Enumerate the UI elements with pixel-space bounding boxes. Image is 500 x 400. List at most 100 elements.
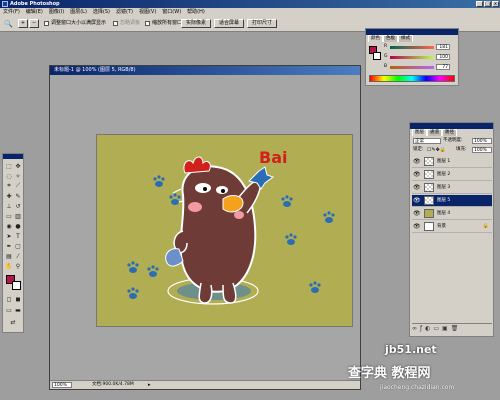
- blur-tool-icon[interactable]: ◉: [5, 222, 13, 230]
- zoom-tool-box-icon[interactable]: ⚲: [14, 262, 22, 270]
- menu-edit[interactable]: 编辑(E): [23, 8, 46, 17]
- document-title-bar[interactable]: 未标题-1 @ 100% (图层 5, RGB/8): [50, 66, 360, 75]
- quick-mask-icon[interactable]: ◼: [14, 295, 22, 303]
- zoom-out-icon[interactable]: −: [29, 19, 39, 28]
- layer-thumbnail: [424, 170, 434, 179]
- new-layer-icon[interactable]: ▣: [442, 325, 451, 332]
- screen-mode-standard-icon[interactable]: ▭: [5, 306, 13, 314]
- character-eye-left: [195, 183, 211, 193]
- menu-view[interactable]: 视图(V): [136, 8, 159, 17]
- pupil-right: [221, 189, 225, 193]
- visibility-eye-icon[interactable]: 👁: [413, 185, 421, 191]
- move-tool-icon[interactable]: ✥: [14, 162, 22, 170]
- ignore-palettes-checkbox[interactable]: [113, 21, 118, 26]
- type-tool-icon[interactable]: T: [14, 232, 22, 240]
- actual-pixels-button[interactable]: 实际像素: [181, 19, 211, 28]
- close-button[interactable]: x: [492, 1, 499, 7]
- layer-row[interactable]: 👁 背景 🔒: [412, 221, 492, 233]
- tab-channels[interactable]: 通道: [427, 129, 442, 136]
- menu-filter[interactable]: 滤镜(T): [113, 8, 136, 17]
- fit-on-screen-button[interactable]: 适合屏幕: [214, 19, 244, 28]
- menu-image[interactable]: 图像(I): [46, 8, 67, 17]
- layers-footer: ∞ƒ◐▭▣🗑: [412, 323, 492, 334]
- document-info[interactable]: 文档:900.0K/4.78M: [92, 381, 134, 389]
- layer-thumbnail: [424, 196, 434, 205]
- menu-help[interactable]: 帮助(H): [184, 8, 208, 17]
- visibility-eye-icon[interactable]: 👁: [413, 224, 421, 230]
- cheek-right: [234, 211, 244, 219]
- zoom-in-icon[interactable]: +: [18, 19, 28, 28]
- color-panel-bg-swatch[interactable]: [373, 52, 381, 60]
- toolbox-header[interactable]: [3, 154, 23, 159]
- ignore-palettes-label: 忽略调板: [120, 20, 141, 26]
- channel-r-value[interactable]: 181: [436, 44, 450, 50]
- menu-window[interactable]: 窗口(W): [159, 8, 184, 17]
- trash-icon[interactable]: 🗑: [451, 325, 462, 332]
- tab-layers[interactable]: 图层: [412, 129, 427, 136]
- status-menu-arrow-icon[interactable]: ▸: [148, 382, 151, 388]
- slice-tool-icon[interactable]: ⟋: [14, 182, 22, 190]
- brush-tool-icon[interactable]: ✎: [14, 192, 22, 200]
- zoom-all-windows-checkbox[interactable]: [145, 21, 150, 26]
- background-color-swatch[interactable]: [12, 281, 21, 290]
- color-panel: 颜色 色板 样式 R 181 G 100 B 77: [365, 28, 459, 86]
- pen-tool-icon[interactable]: ✒: [5, 242, 13, 250]
- zoom-level-field[interactable]: 100%: [52, 382, 72, 388]
- maximize-button[interactable]: □: [484, 1, 491, 7]
- jump-to-imageready-icon[interactable]: ⇄: [9, 318, 17, 326]
- visibility-eye-icon[interactable]: 👁: [413, 172, 421, 178]
- dodge-tool-icon[interactable]: ●: [14, 222, 22, 230]
- gradient-tool-icon[interactable]: ▥: [14, 212, 22, 220]
- channel-g-value[interactable]: 100: [436, 54, 450, 60]
- screen-mode-full-icon[interactable]: ▬: [14, 306, 22, 314]
- layer-row[interactable]: 👁 图层 1: [412, 156, 492, 168]
- channel-r-slider[interactable]: [390, 46, 434, 49]
- zoom-tool-icon: 🔍: [4, 20, 13, 28]
- layer-row[interactable]: 👁 图层 2: [412, 169, 492, 181]
- visibility-eye-icon[interactable]: 👁: [413, 211, 421, 217]
- opacity-field[interactable]: 100%: [472, 138, 492, 144]
- tab-color[interactable]: 颜色: [368, 35, 383, 42]
- fill-field[interactable]: 100%: [472, 147, 492, 153]
- menu-layer[interactable]: 图层(L): [67, 8, 90, 17]
- notes-tool-icon[interactable]: ▤: [5, 252, 13, 260]
- menu-select[interactable]: 选择(S): [90, 8, 113, 17]
- shape-tool-icon[interactable]: ▢: [14, 242, 22, 250]
- layer-row[interactable]: 👁 图层 4: [412, 208, 492, 220]
- image-canvas[interactable]: Bai: [96, 134, 353, 327]
- minimize-button[interactable]: _: [476, 1, 483, 7]
- channel-b-value[interactable]: 77: [436, 64, 450, 70]
- tab-swatches[interactable]: 色板: [383, 35, 398, 42]
- resize-windows-checkbox[interactable]: [44, 21, 49, 26]
- lasso-tool-icon[interactable]: ◌: [5, 172, 13, 180]
- tab-paths[interactable]: 路径: [442, 129, 457, 136]
- healing-brush-icon[interactable]: ✚: [5, 192, 13, 200]
- hand-tool-icon[interactable]: ✋: [5, 262, 13, 270]
- document-window: 未标题-1 @ 100% (图层 5, RGB/8) Bai 100% 文档:9…: [49, 65, 361, 390]
- channel-b-label: B: [384, 64, 388, 69]
- eraser-tool-icon[interactable]: ▭: [5, 212, 13, 220]
- stamp-tool-icon[interactable]: ⊥: [5, 202, 13, 210]
- magic-wand-icon[interactable]: ✧: [14, 172, 22, 180]
- layer-row-selected[interactable]: 👁 图层 5: [412, 195, 492, 207]
- tab-styles[interactable]: 样式: [398, 35, 413, 42]
- color-spectrum-bar[interactable]: [369, 75, 455, 82]
- layer-row[interactable]: 👁 图层 3: [412, 182, 492, 194]
- path-select-icon[interactable]: ➤: [5, 232, 13, 240]
- link-icon[interactable]: ∞: [412, 325, 420, 332]
- character-left-leg: [198, 282, 213, 304]
- blend-mode-select[interactable]: 正常: [413, 138, 441, 144]
- visibility-eye-icon[interactable]: 👁: [413, 159, 421, 165]
- channel-g-slider[interactable]: [390, 56, 434, 59]
- visibility-eye-icon[interactable]: 👁: [413, 198, 421, 204]
- folder-icon[interactable]: ▭: [433, 325, 442, 332]
- standard-mode-icon[interactable]: ◻: [5, 295, 13, 303]
- history-brush-icon[interactable]: ↺: [14, 202, 22, 210]
- eyedropper-tool-icon[interactable]: ⁄: [14, 252, 22, 260]
- lock-icons[interactable]: ☐✎✥🔒: [427, 147, 446, 153]
- print-size-button[interactable]: 打印尺寸: [247, 19, 277, 28]
- marquee-tool-icon[interactable]: ⬚: [5, 162, 13, 170]
- menu-file[interactable]: 文件(F): [0, 8, 23, 17]
- crop-tool-icon[interactable]: ⌗: [5, 182, 13, 190]
- channel-b-slider[interactable]: [390, 66, 434, 69]
